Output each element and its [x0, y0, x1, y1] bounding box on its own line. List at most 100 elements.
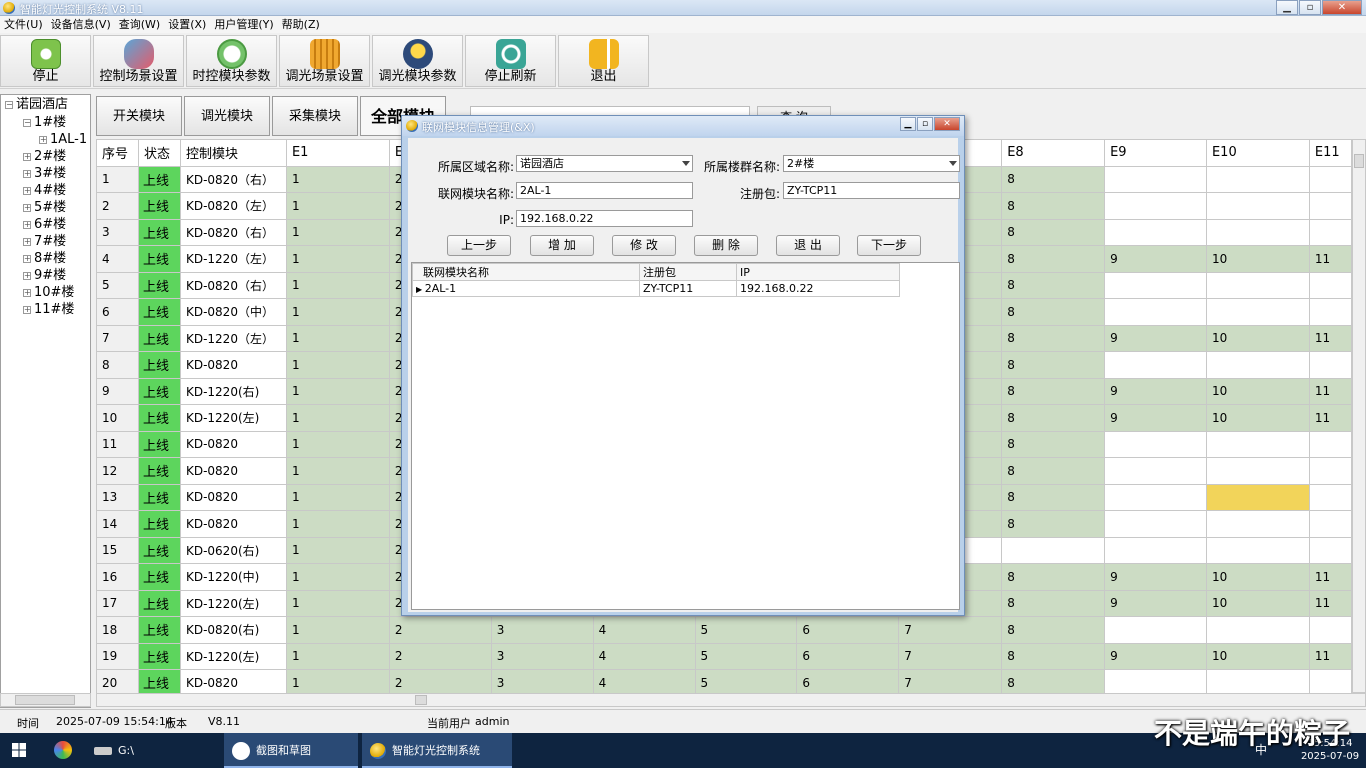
table-cell[interactable]: KD-0820（左）: [179, 192, 287, 220]
table-cell[interactable]: 上线: [137, 616, 181, 644]
table-cell[interactable]: 1: [285, 563, 390, 591]
tree-node-building-8[interactable]: +8#楼: [23, 251, 66, 267]
taskbar-snip-app[interactable]: 截图和草图: [224, 733, 358, 768]
table-cell[interactable]: 上线: [137, 430, 181, 458]
browser-icon[interactable]: [54, 733, 74, 768]
table-cell[interactable]: 上线: [137, 192, 181, 220]
table-cell[interactable]: 上线: [137, 218, 181, 246]
dimming-scene-settings-button[interactable]: 调光场景设置: [279, 35, 370, 87]
tree-root[interactable]: − 诺园酒店: [5, 97, 68, 113]
table-cell[interactable]: KD-1220(左): [179, 404, 287, 432]
tree-node-building-3[interactable]: +3#楼: [23, 166, 66, 182]
table-cell[interactable]: 3: [96, 218, 139, 246]
table-cell[interactable]: KD-1220(左): [179, 642, 287, 670]
module-name-input[interactable]: 2AL-1: [516, 182, 693, 199]
table-cell[interactable]: 6: [796, 642, 900, 670]
table-cell[interactable]: 9: [96, 377, 139, 405]
table-cell[interactable]: 10: [1205, 245, 1310, 273]
modify-button[interactable]: 修 改: [612, 235, 676, 256]
table-cell[interactable]: 8: [1001, 271, 1106, 299]
table-cell[interactable]: 3: [490, 669, 594, 693]
table-cell[interactable]: [1308, 165, 1352, 193]
minimize-button[interactable]: ▁: [1276, 0, 1298, 15]
table-cell[interactable]: 20: [96, 669, 139, 693]
table-cell[interactable]: [1308, 192, 1352, 220]
table-cell[interactable]: 8: [1001, 430, 1106, 458]
dialog-maximize-button[interactable]: ▫: [917, 117, 933, 131]
table-cell[interactable]: 4: [592, 669, 696, 693]
table-cell[interactable]: 8: [1001, 351, 1106, 379]
stop-refresh-button[interactable]: 停止刷新: [465, 35, 556, 87]
table-cell[interactable]: 8: [1001, 457, 1106, 485]
table-cell[interactable]: 1: [285, 351, 390, 379]
table-cell[interactable]: 8: [1001, 563, 1106, 591]
close-button[interactable]: ✕: [1322, 0, 1362, 15]
table-cell[interactable]: [1104, 165, 1207, 193]
table-cell[interactable]: 2: [388, 669, 492, 693]
table-cell[interactable]: 10: [1205, 377, 1310, 405]
table-cell[interactable]: [1205, 271, 1310, 299]
table-cell[interactable]: 1: [285, 642, 390, 670]
table-cell[interactable]: 上线: [137, 510, 181, 538]
grid-header-cell[interactable]: E11: [1308, 139, 1352, 167]
table-cell[interactable]: [1308, 430, 1352, 458]
table-cell[interactable]: 6: [796, 669, 900, 693]
tab-switch-modules[interactable]: 开关模块: [96, 96, 182, 136]
previous-button[interactable]: 上一步: [447, 235, 511, 256]
table-cell[interactable]: 上线: [137, 457, 181, 485]
table-cell[interactable]: KD-0820: [179, 457, 287, 485]
table-cell[interactable]: 1: [285, 298, 390, 326]
table-cell[interactable]: 5: [694, 642, 798, 670]
table-cell[interactable]: 8: [1001, 218, 1106, 246]
table-cell[interactable]: KD-0620(右): [179, 536, 287, 564]
table-cell[interactable]: [1205, 430, 1310, 458]
table-cell[interactable]: 8: [1001, 669, 1106, 693]
table-cell[interactable]: 1: [285, 271, 390, 299]
table-cell[interactable]: [1205, 510, 1310, 538]
table-cell[interactable]: 17: [96, 589, 139, 617]
table-cell[interactable]: 11: [1308, 589, 1352, 617]
table-cell[interactable]: [1205, 165, 1310, 193]
table-cell[interactable]: 13: [96, 483, 139, 511]
tree-node-building-9[interactable]: +9#楼: [23, 268, 66, 284]
timer-module-params-button[interactable]: 时控模块参数: [186, 35, 277, 87]
table-cell[interactable]: 9: [1104, 324, 1207, 352]
add-button[interactable]: 增 加: [530, 235, 594, 256]
control-scene-settings-button[interactable]: 控制场景设置: [93, 35, 184, 87]
table-cell[interactable]: KD-1220（左）: [179, 324, 287, 352]
table-cell[interactable]: 10: [1205, 324, 1310, 352]
table-cell[interactable]: 9: [1104, 563, 1207, 591]
table-cell[interactable]: 4: [592, 616, 696, 644]
grid-header-cell[interactable]: E10: [1205, 139, 1310, 167]
table-cell[interactable]: [1104, 616, 1207, 644]
table-cell[interactable]: 1: [285, 377, 390, 405]
area-select[interactable]: 诺园酒店: [516, 155, 693, 172]
table-cell[interactable]: 8: [96, 351, 139, 379]
tree-node-building-11[interactable]: +11#楼: [23, 302, 74, 318]
table-cell[interactable]: [1104, 669, 1207, 693]
table-cell[interactable]: 4: [592, 642, 696, 670]
table-cell[interactable]: 8: [1001, 616, 1106, 644]
table-cell[interactable]: [1308, 616, 1352, 644]
table-cell[interactable]: [1205, 351, 1310, 379]
table-cell[interactable]: 16: [96, 563, 139, 591]
menu-user-management[interactable]: 用户管理(Y): [210, 16, 277, 33]
table-cell[interactable]: 上线: [137, 642, 181, 670]
maximize-button[interactable]: ▫: [1299, 0, 1321, 15]
grid-header-cell[interactable]: 控制模块: [179, 139, 287, 167]
list-row[interactable]: ▶ 2AL-1 ZY-TCP11 192.168.0.22: [412, 280, 900, 297]
table-cell[interactable]: 11: [1308, 377, 1352, 405]
table-cell[interactable]: [1104, 218, 1207, 246]
tree-node-building-1[interactable]: −1#楼: [23, 115, 66, 131]
table-cell[interactable]: 8: [1001, 404, 1106, 432]
table-cell[interactable]: 上线: [137, 536, 181, 564]
table-cell[interactable]: 11: [1308, 642, 1352, 670]
table-cell[interactable]: 1: [285, 510, 390, 538]
table-cell[interactable]: 9: [1104, 404, 1207, 432]
table-cell[interactable]: [1205, 616, 1310, 644]
table-cell[interactable]: 1: [285, 536, 390, 564]
table-cell[interactable]: 上线: [137, 271, 181, 299]
table-cell[interactable]: 1: [285, 669, 390, 693]
table-cell[interactable]: 上线: [137, 377, 181, 405]
table-cell[interactable]: KD-0820: [179, 430, 287, 458]
